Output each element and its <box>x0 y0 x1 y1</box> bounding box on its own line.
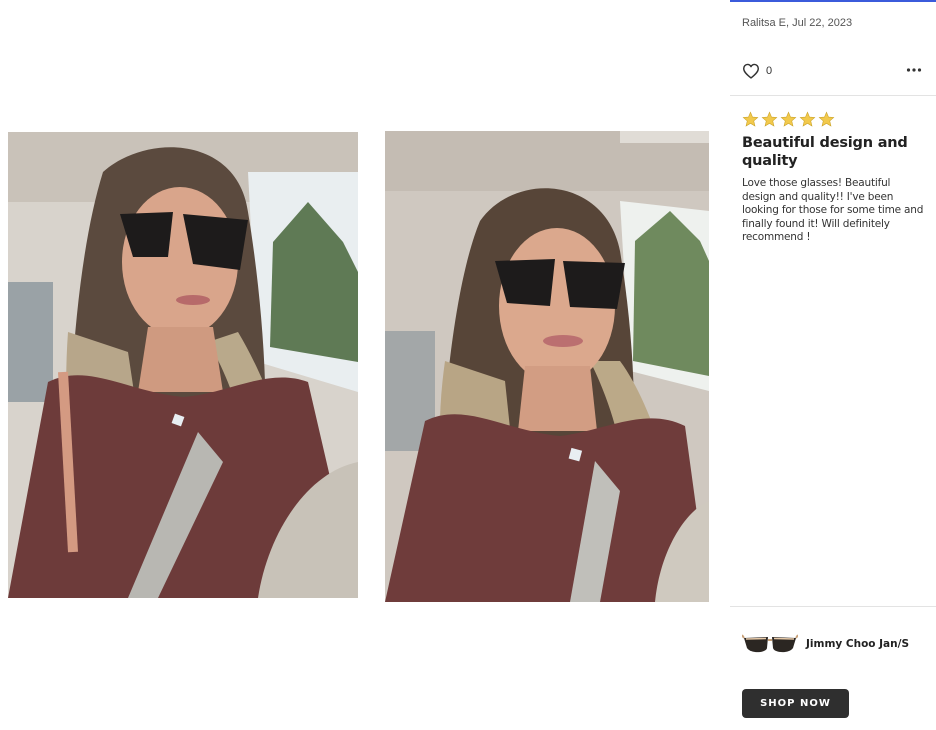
more-options-icon[interactable] <box>906 62 922 78</box>
review-photo-2-image <box>385 131 709 602</box>
review-photo-1[interactable] <box>8 132 358 598</box>
star-icon <box>799 111 816 127</box>
product-name: Jimmy Choo Jan/S <box>806 638 910 650</box>
panel-accent-bar <box>730 0 936 2</box>
heart-icon <box>743 63 759 79</box>
review-body: Love those glasses! Beautiful design and… <box>742 177 924 243</box>
reviewer-name-date: Ralitsa E, Jul 22, 2023 <box>742 17 853 29</box>
star-icon <box>818 111 835 127</box>
sunglasses-product-icon <box>742 634 798 653</box>
review-photo-1-image <box>8 132 358 598</box>
like-count: 0 <box>766 65 773 77</box>
review-photo-2[interactable] <box>385 131 709 602</box>
divider <box>730 606 936 607</box>
review-panel: Ralitsa E, Jul 22, 2023 0 Beautiful desi… <box>730 0 936 730</box>
shop-now-button[interactable]: SHOP NOW <box>742 689 849 718</box>
divider <box>730 95 936 96</box>
like-button[interactable]: 0 <box>742 63 772 79</box>
product-link[interactable]: Jimmy Choo Jan/S <box>742 630 909 658</box>
star-rating <box>742 111 835 128</box>
star-icon <box>742 111 759 127</box>
star-icon <box>780 111 797 127</box>
review-title: Beautiful design and quality <box>742 135 908 169</box>
star-icon <box>761 111 778 127</box>
